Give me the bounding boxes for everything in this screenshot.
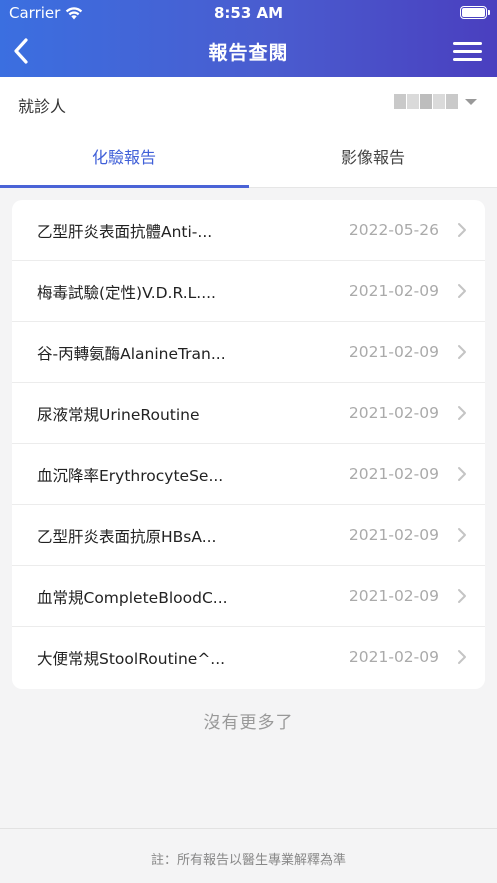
chevron-right-icon xyxy=(458,589,466,603)
list-item[interactable]: 血沉降率ErythrocyteSe... 2021-02-09 xyxy=(12,444,485,505)
report-date: 2021-02-09 xyxy=(348,282,439,300)
list-item[interactable]: 大便常規StoolRoutine^... 2021-02-09 xyxy=(12,627,485,688)
tab-lab-reports[interactable]: 化驗報告 xyxy=(0,130,248,188)
list-end-text: 沒有更多了 xyxy=(203,713,294,733)
report-name: 梅毒試驗(定性)V.D.R.L.... xyxy=(37,284,216,302)
chevron-right-icon xyxy=(458,467,466,481)
list-item[interactable]: 血常規CompleteBloodC... 2021-02-09 xyxy=(12,566,485,627)
list-item[interactable]: 乙型肝炎表面抗原HBsA... 2021-02-09 xyxy=(12,505,485,566)
report-date: 2021-02-09 xyxy=(348,648,439,666)
report-name: 血沉降率ErythrocyteSe... xyxy=(37,467,224,485)
chevron-right-icon xyxy=(458,223,466,237)
report-name: 血常規CompleteBloodC... xyxy=(37,589,228,607)
report-date: 2021-02-09 xyxy=(348,587,439,605)
patient-selector-row: 就診人 xyxy=(0,77,497,130)
report-name: 大便常規StoolRoutine^... xyxy=(37,650,226,668)
nav-bar: 報告查閱 xyxy=(0,26,497,77)
status-bar: Carrier 8:53 AM xyxy=(0,0,497,26)
report-date: 2021-02-09 xyxy=(348,465,439,483)
patient-name-redacted xyxy=(394,94,459,109)
report-name: 尿液常規UrineRoutine xyxy=(37,406,200,424)
report-name: 谷-丙轉氨酶AlanineTran... xyxy=(37,345,226,363)
chevron-right-icon xyxy=(458,406,466,420)
report-name: 乙型肝炎表面抗體Anti-... xyxy=(37,223,213,241)
chevron-right-icon xyxy=(458,345,466,359)
list-item[interactable]: 谷-丙轉氨酶AlanineTran... 2021-02-09 xyxy=(12,322,485,383)
battery-icon xyxy=(460,6,490,19)
hamburger-menu-icon xyxy=(453,42,482,45)
chevron-right-icon xyxy=(458,528,466,542)
report-tabs: 化驗報告 影像報告 xyxy=(0,130,497,188)
report-date: 2021-02-09 xyxy=(348,343,439,361)
chevron-right-icon xyxy=(458,650,466,664)
status-time: 8:53 AM xyxy=(213,4,284,22)
list-item[interactable]: 尿液常規UrineRoutine 2021-02-09 xyxy=(12,383,485,444)
list-item[interactable]: 梅毒試驗(定性)V.D.R.L.... 2021-02-09 xyxy=(12,261,485,322)
patient-label: 就診人 xyxy=(18,97,67,116)
chevron-right-icon xyxy=(458,284,466,298)
report-date: 2022-05-26 xyxy=(348,221,439,239)
patient-dropdown[interactable] xyxy=(394,94,477,109)
footer: 註：所有報告以醫生專業解釋為準 xyxy=(0,828,497,883)
report-name: 乙型肝炎表面抗原HBsA... xyxy=(37,528,217,546)
footer-note: 註：所有報告以醫生專業解釋為準 xyxy=(150,853,346,868)
page-title: 報告查閱 xyxy=(208,42,289,64)
report-date: 2021-02-09 xyxy=(348,526,439,544)
tab-imaging-reports[interactable]: 影像報告 xyxy=(249,130,497,188)
active-tab-indicator xyxy=(0,185,249,188)
app-header: Carrier 8:53 AM 報告查閱 xyxy=(0,0,497,77)
caret-down-icon xyxy=(465,98,477,105)
list-item[interactable]: 乙型肝炎表面抗體Anti-... 2022-05-26 xyxy=(12,200,485,261)
report-date: 2021-02-09 xyxy=(348,404,439,422)
menu-button[interactable] xyxy=(453,42,482,62)
report-list: 乙型肝炎表面抗體Anti-... 2022-05-26 梅毒試驗(定性)V.D.… xyxy=(12,200,485,689)
